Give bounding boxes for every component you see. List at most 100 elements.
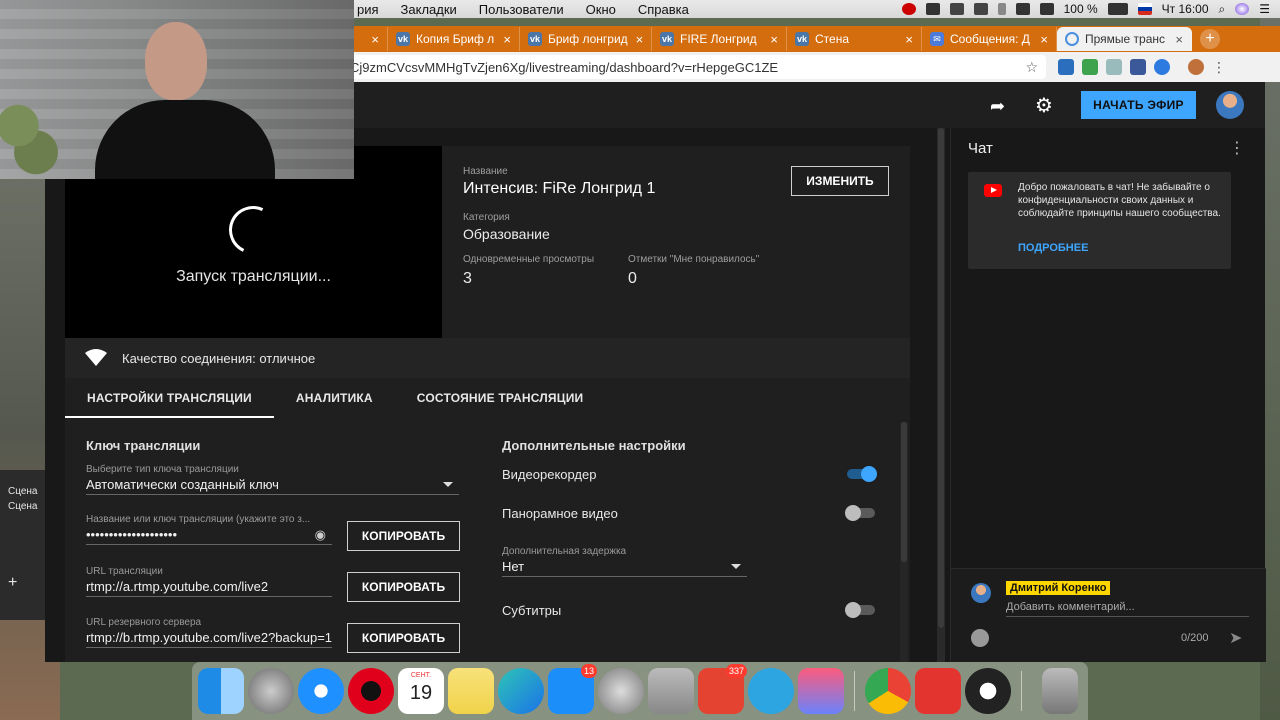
emoji-icon[interactable] [971,629,989,647]
stream-key-field[interactable]: Название или ключ трансляции (укажите эт… [86,514,332,545]
facebook-icon[interactable] [1130,59,1146,75]
telegram-icon[interactable] [748,668,794,714]
menu-item-bookmarks[interactable]: Закладки [401,2,457,17]
tab-stream-settings[interactable]: НАСТРОЙКИ ТРАНСЛЯЦИИ [65,378,274,418]
copy-key-button[interactable]: КОПИРОВАТЬ [347,521,460,551]
volume-icon[interactable] [1039,3,1054,15]
tab-brief-copy[interactable]: vk Копия Бриф л × [388,27,520,51]
gear-icon[interactable]: ⚙ [1035,93,1053,118]
bluetooth-icon[interactable] [997,3,1006,15]
tab-brief-longread[interactable]: vk Бриф лонгрид × [520,27,652,51]
copy-backup-button[interactable]: КОПИРОВАТЬ [347,623,460,653]
panorama-toggle[interactable] [845,505,877,521]
scrollbar-thumb[interactable] [938,128,944,628]
menu-item-window[interactable]: Окно [586,2,616,17]
finder-icon[interactable] [198,668,244,714]
add-scene-icon[interactable]: + [8,574,17,592]
tab-label: Бриф лонгрид [548,32,628,46]
menu-item-help[interactable]: Справка [638,2,689,17]
close-icon[interactable]: × [1032,32,1048,47]
profile-avatar[interactable] [1188,59,1204,75]
extension-icon[interactable] [1106,59,1122,75]
scene-item[interactable]: Сцена [0,499,45,514]
menubar-clock[interactable]: Чт 16:00 [1162,2,1209,16]
youtube-logo-icon [984,184,1002,197]
dashboard-tabs: НАСТРОЙКИ ТРАНСЛЯЦИИ АНАЛИТИКА СОСТОЯНИЕ… [65,378,910,418]
safari-icon[interactable] [298,668,344,714]
obs-icon[interactable] [965,668,1011,714]
opera-icon[interactable] [348,668,394,714]
close-icon[interactable]: × [897,32,913,47]
notes-icon[interactable] [448,668,494,714]
todoist-icon[interactable]: 337 [698,664,747,714]
extension-icon[interactable] [1082,59,1098,75]
comment-input[interactable]: Добавить комментарий... [1006,601,1249,617]
close-icon[interactable]: × [495,32,511,47]
share-icon[interactable]: ➦ [990,96,1005,117]
backup-url-field[interactable]: URL резервного сервера rtmp://b.rtmp.you… [86,617,332,648]
address-bar[interactable]: Cj9zmCVcsvMMHgTvZjen6Xg/livestreaming/da… [340,55,1046,79]
tab-analytics[interactable]: АНАЛИТИКА [274,378,395,418]
more-vert-icon[interactable]: ⋮ [1229,138,1245,158]
music-icon[interactable] [798,668,844,714]
close-icon[interactable]: × [762,32,778,47]
notification-center-icon[interactable]: ☰ [1259,2,1270,16]
scene-item[interactable]: Сцена [0,484,45,499]
vk-icon: vk [528,32,542,46]
start-stream-button[interactable]: НАЧАТЬ ЭФИР [1081,91,1196,119]
browser-menu-icon[interactable]: ⋮ [1212,59,1226,76]
xmind-icon[interactable] [915,668,961,714]
tab-live-streams[interactable]: Прямые транс × [1057,27,1192,51]
calendar-icon[interactable]: СЕНТ. 19 [398,668,444,714]
scrollbar-thumb[interactable] [901,422,907,562]
send-icon[interactable]: ➤ [1229,628,1242,648]
dvr-toggle[interactable] [845,466,877,482]
menu-item-history[interactable]: рия [357,2,379,17]
close-icon[interactable]: × [1167,32,1183,47]
battery-icon[interactable] [1107,3,1128,15]
avatar[interactable] [1216,91,1244,119]
delay-select[interactable]: Дополнительная задержка Нет [502,546,747,577]
main-scrollbar[interactable] [937,128,945,662]
panorama-label: Панорамное видео [502,505,618,521]
tab-wall[interactable]: vk Стена × [787,27,922,51]
learn-more-link[interactable]: ПОДРОБНЕЕ [1018,242,1088,254]
tab-truncated[interactable]: × [354,27,388,51]
menu-item-users[interactable]: Пользователи [479,2,564,17]
battery-percent: 100 % [1063,2,1098,16]
launchpad-icon[interactable] [248,668,294,714]
tab-fire-longread[interactable]: vk FIRE Лонгрид × [652,27,787,51]
dropdown-arrow-icon [443,482,453,487]
dropdown-arrow-icon [731,564,741,569]
bookmark-star-icon[interactable]: ☆ [1025,59,1038,76]
shield-extension-icon[interactable] [1154,59,1170,75]
extension-icon[interactable] [1058,59,1074,75]
wifi-icon[interactable] [1015,3,1030,15]
calculator-app-icon[interactable] [648,668,694,714]
siri-icon[interactable] [1235,3,1250,15]
edit-button[interactable]: ИЗМЕНИТЬ [791,166,889,196]
eye-slash-icon[interactable]: ◉ [315,527,326,543]
subtitles-toggle[interactable] [845,602,877,618]
new-tab-button[interactable]: + [1200,29,1220,49]
shield-icon[interactable] [925,3,940,15]
close-icon[interactable]: × [628,32,644,47]
close-icon[interactable]: × [363,32,379,47]
tab-messages[interactable]: ✉ Сообщения: Д × [922,27,1057,51]
trash-icon[interactable] [1042,668,1078,714]
hummingbird-app-icon[interactable] [498,668,544,714]
system-preferences-icon[interactable] [598,668,644,714]
app-store-icon[interactable]: 13 [548,664,597,714]
stream-url-field[interactable]: URL трансляции rtmp://a.rtmp.youtube.com… [86,566,332,597]
evernote-icon[interactable] [949,3,964,15]
stream-key-label: Название или ключ трансляции (укажите эт… [86,514,311,525]
copy-url-button[interactable]: КОПИРОВАТЬ [347,572,460,602]
tab-stream-health[interactable]: СОСТОЯНИЕ ТРАНСЛЯЦИИ [395,378,606,418]
chrome-icon[interactable] [865,668,911,714]
settings-scrollbar[interactable] [900,422,908,662]
russian-flag-icon[interactable] [1137,3,1152,15]
calculator-icon[interactable] [973,3,988,15]
opera-status-icon[interactable] [901,3,916,15]
key-type-select[interactable]: Выберите тип ключа трансляции Автоматиче… [86,464,459,495]
spotlight-search-icon[interactable]: ⌕ [1219,2,1226,17]
